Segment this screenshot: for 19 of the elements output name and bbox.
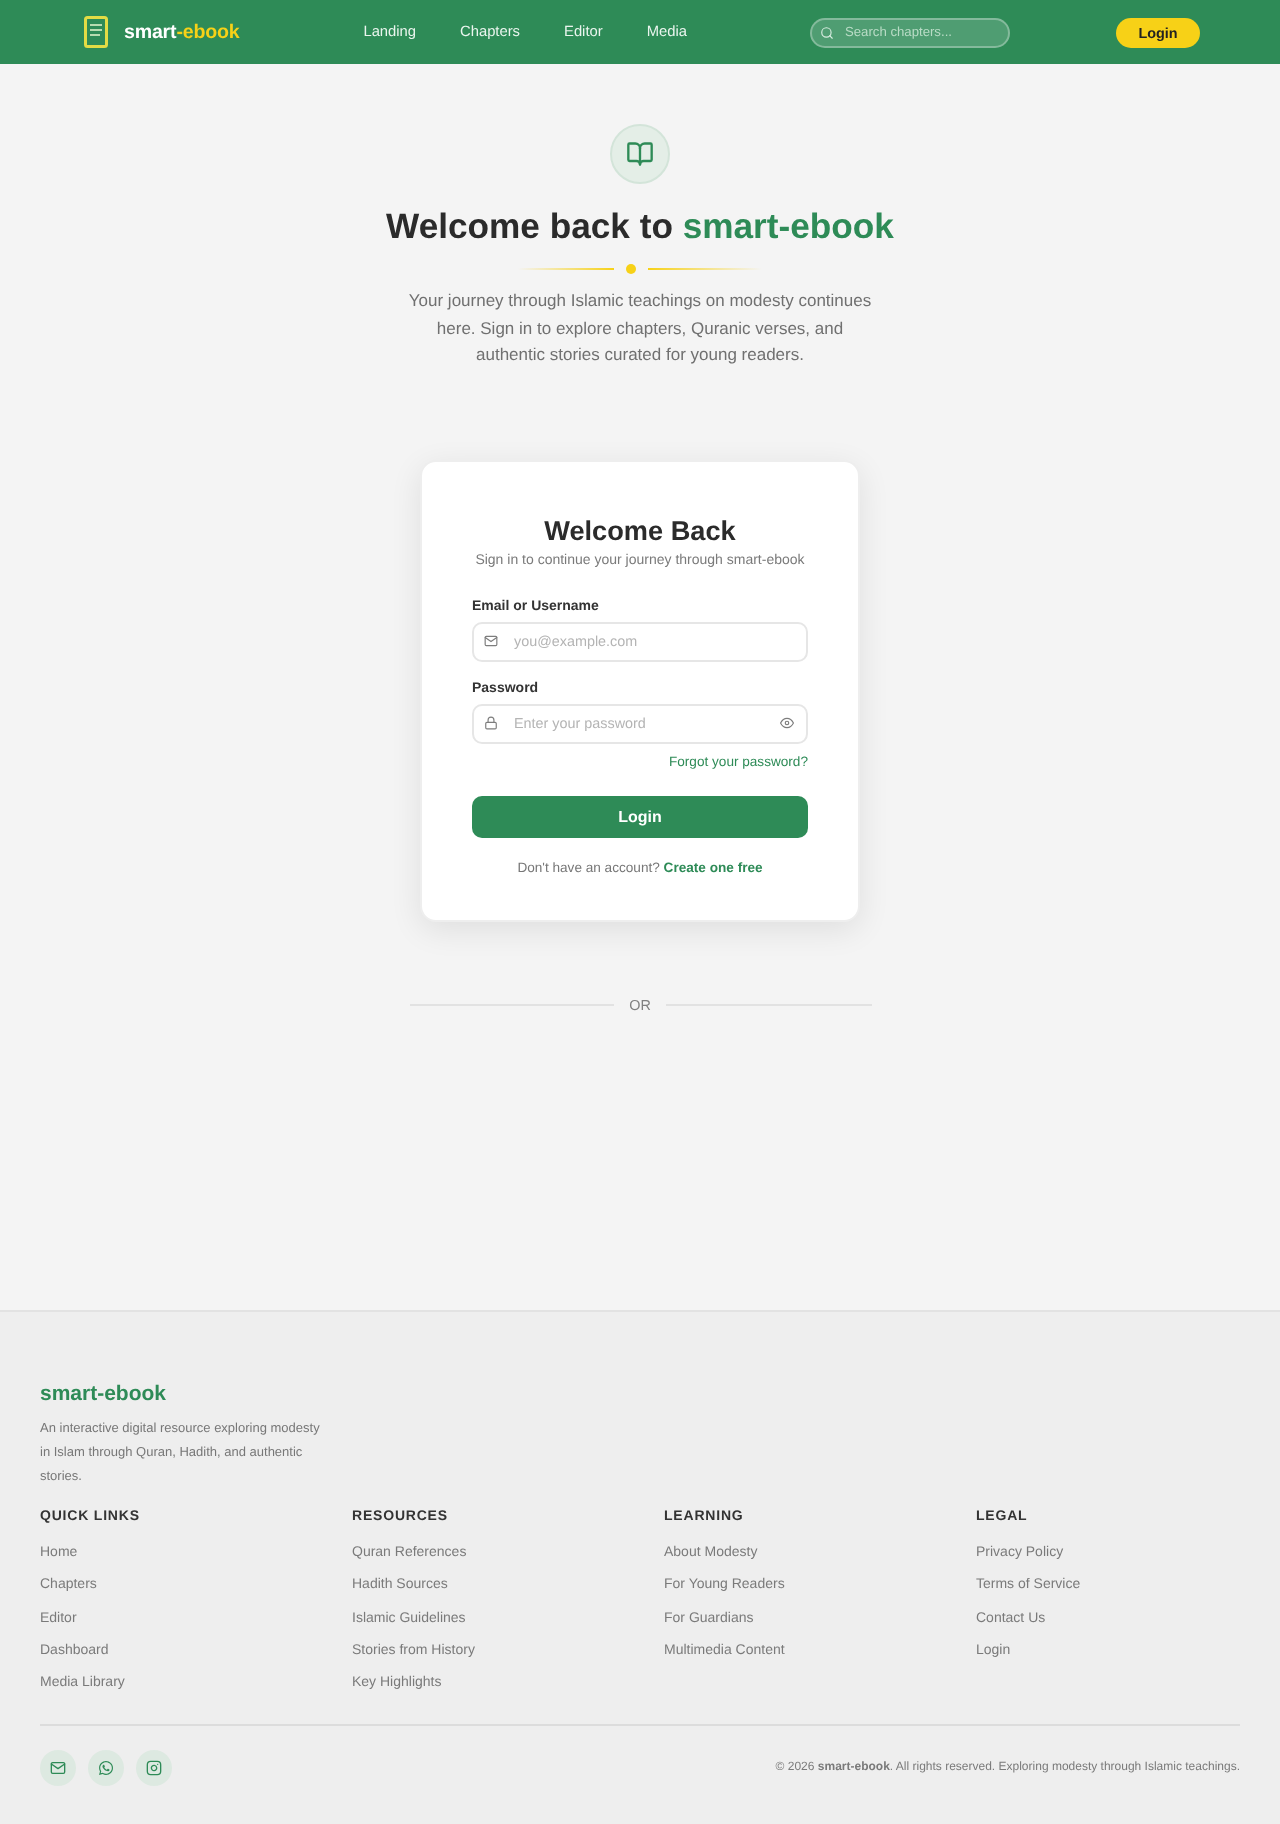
ornament-dot-icon — [626, 264, 636, 274]
mail-icon — [50, 1760, 66, 1776]
hero-description: Your journey through Islamic teachings on modesty continues here. Sign in to explore chapters, Quranic verses, and authentic stories curated for young readers. — [406, 288, 874, 368]
hero-title: Welcome back to smart-ebook — [386, 204, 894, 250]
eye-icon[interactable] — [780, 716, 794, 730]
instagram-social-button[interactable] — [136, 1750, 172, 1786]
submit-login-button[interactable]: Login — [472, 795, 808, 837]
chat-bubble-phone-icon — [98, 1760, 114, 1776]
whatsapp-social-button[interactable] — [88, 1750, 124, 1786]
lock-icon — [484, 716, 498, 730]
notebook-icon — [84, 16, 108, 48]
search-icon — [820, 25, 835, 39]
card-title: Welcome Back — [542, 513, 738, 547]
footer-brand: smart-ebook — [40, 1382, 167, 1408]
mail-icon — [484, 634, 498, 648]
open-book-icon — [610, 124, 670, 184]
email-social-button[interactable] — [40, 1750, 76, 1786]
brand-logo-text[interactable]: smart-ebook — [124, 21, 240, 43]
camera-icon — [146, 1760, 162, 1776]
